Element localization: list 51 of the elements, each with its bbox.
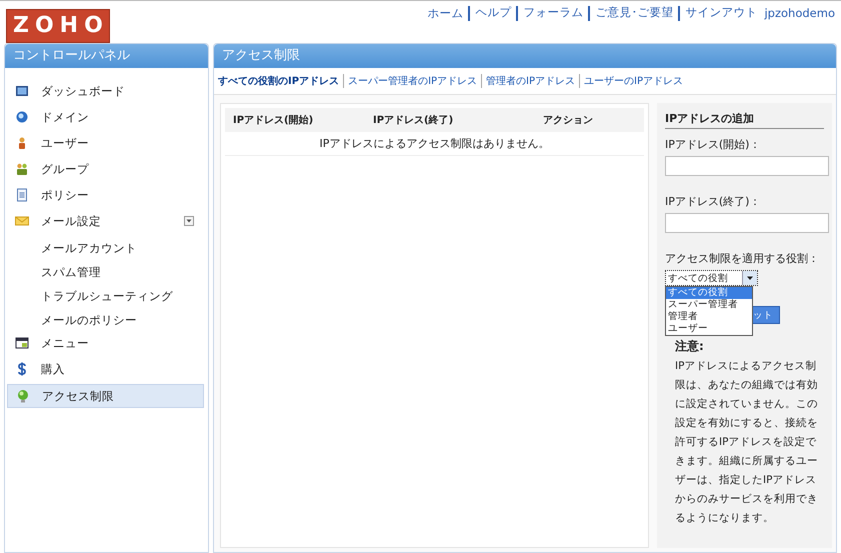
people-icon (15, 162, 29, 176)
sidebar-item[interactable]: ユーザー (7, 132, 204, 154)
header-link[interactable]: フォーラム (516, 6, 584, 21)
sidebar-item[interactable]: ダッシュボード (7, 80, 204, 102)
dropdown-option[interactable]: 管理者 (666, 311, 752, 323)
empty-message: IPアドレスによるアクセス制限はありません。 (225, 132, 644, 156)
sidebar-subitem[interactable]: スパム管理 (5, 260, 208, 284)
header-link[interactable]: サインアウト (678, 6, 758, 21)
sidebar-item[interactable]: アクセス制限 (7, 384, 204, 408)
monitor-icon (15, 84, 29, 98)
field-label: IPアドレス(終了)： (665, 194, 762, 209)
sidebar-item[interactable]: メール設定 (7, 210, 204, 232)
sidebar-item[interactable]: ポリシー (7, 184, 204, 206)
field-label: アクセス制限を適用する役割： (665, 251, 820, 266)
form-title: IPアドレスの追加 (665, 111, 824, 129)
column-header: アクション (543, 114, 594, 127)
sidebar-item[interactable]: グループ (7, 158, 204, 180)
caret-icon (742, 271, 757, 285)
field-label: IPアドレス(開始)： (665, 137, 762, 152)
filter-tab[interactable]: すべての役割のIPアドレス (218, 74, 340, 88)
username: jpzohodemo (764, 6, 835, 21)
filter-tab[interactable]: スーパー管理者のIPアドレス (343, 74, 478, 88)
sidebar-subitem[interactable]: メールアカウント (5, 236, 208, 260)
dropdown-option[interactable]: ユーザー (666, 323, 752, 335)
role-dropdown[interactable]: すべての役割 (665, 270, 758, 286)
column-header: IPアドレス(開始) (233, 114, 314, 127)
note-title: 注意: (675, 338, 705, 355)
sidebar-subitem[interactable]: トラブルシューティング (5, 284, 208, 308)
input-field[interactable] (665, 213, 829, 233)
panel-title: アクセス制限 (214, 44, 836, 68)
zoho-logo: ZOHO (6, 9, 110, 43)
window-icon (15, 336, 29, 350)
dollar-icon (15, 362, 29, 376)
dropdown-toggle-icon[interactable] (184, 216, 194, 226)
dropdown-option[interactable]: すべての役割 (666, 287, 752, 299)
header-link[interactable]: ホーム (427, 6, 464, 21)
column-header: IPアドレス(終了) (373, 114, 454, 127)
sidebar-subitem[interactable]: メールのポリシー (5, 308, 208, 332)
note-text: IPアドレスによるアクセス制限は、あなたの組織では有効に設定されていません。この設定を有効にすると、接続を許可するIPアドレスを設定できます。組織に所属するユーザーは、指定したIPアドレスからのみサービスを利用できるようになります。 (675, 359, 819, 526)
filter-tab[interactable]: ユーザーのIPアドレス (579, 74, 684, 88)
header-link[interactable]: ご意見･ご要望 (588, 6, 674, 21)
sidebar-item[interactable]: メニュー (7, 332, 204, 354)
sidebar-item[interactable]: 購入 (7, 358, 204, 380)
document-icon (15, 188, 29, 202)
sidebar-item[interactable]: ドメイン (7, 106, 204, 128)
header-link[interactable]: ヘルプ (468, 6, 512, 21)
sidebar-title: コントロールパネル (5, 44, 208, 68)
dropdown-option[interactable]: スーパー管理者 (666, 299, 752, 311)
filter-tab[interactable]: 管理者のIPアドレス (481, 74, 576, 88)
envelope-icon (15, 214, 29, 228)
input-field[interactable] (665, 156, 829, 176)
